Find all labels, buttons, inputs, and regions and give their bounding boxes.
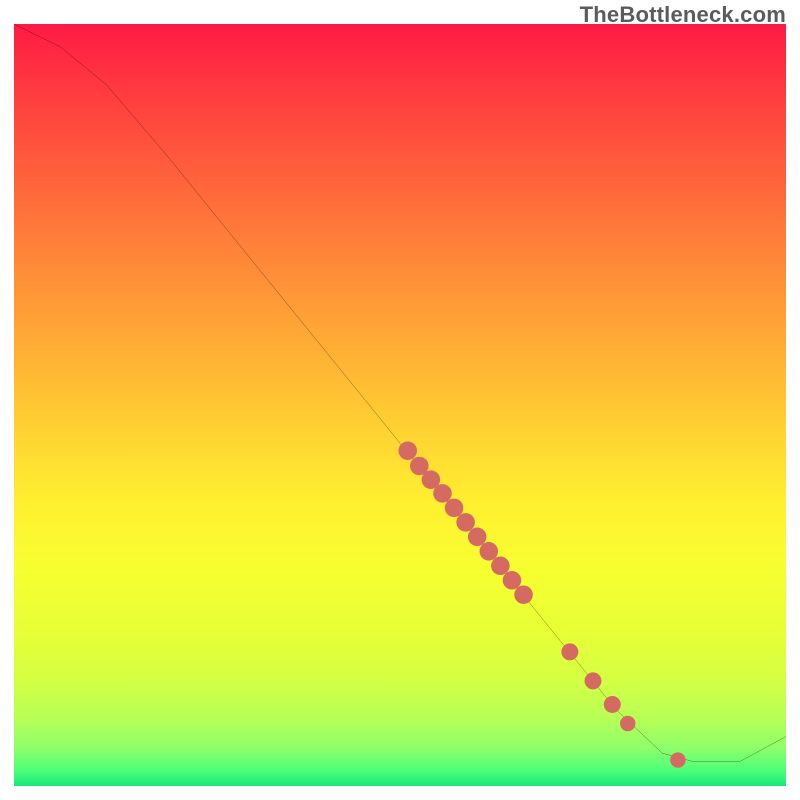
data-dot [480, 542, 499, 561]
chart-stage: TheBottleneck.com [0, 0, 800, 800]
data-dot [398, 441, 417, 460]
data-dot [491, 557, 510, 576]
data-dots [398, 441, 685, 767]
data-dot [445, 499, 464, 518]
data-dot [514, 585, 533, 604]
data-dot [433, 484, 452, 503]
data-dot [456, 513, 475, 532]
data-dot [585, 672, 602, 689]
data-dot [561, 643, 578, 660]
data-dot [604, 696, 621, 713]
data-dot [468, 528, 487, 547]
data-dot [670, 752, 685, 767]
data-dot [503, 571, 522, 590]
curve-line [14, 24, 786, 762]
curve-layer [14, 24, 786, 786]
data-dot [620, 716, 635, 731]
